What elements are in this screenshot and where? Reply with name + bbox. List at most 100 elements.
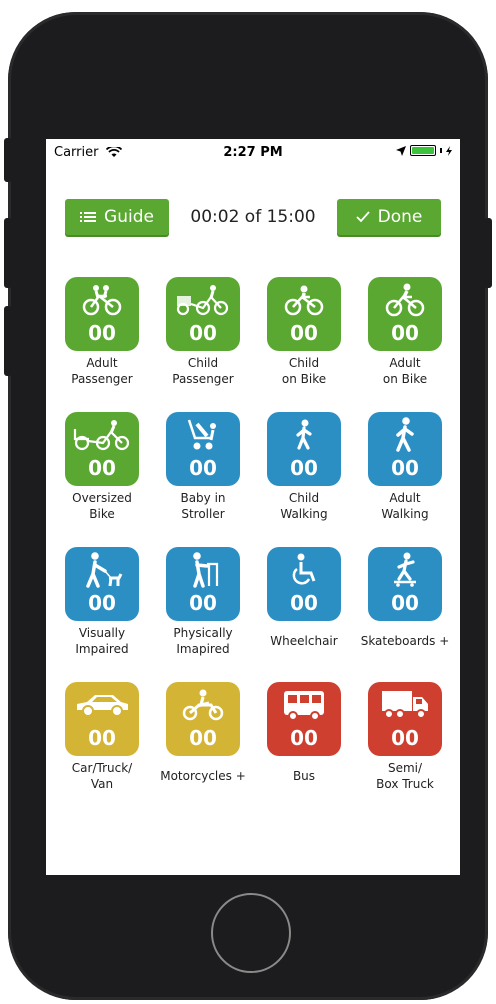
counter-value: 00 [189,726,217,750]
counter-value: 00 [391,321,419,345]
volume-down-button [4,306,12,376]
counter-button[interactable]: 00 [368,277,442,351]
counter-tile[interactable]: 00 Oversized Bike [50,412,154,542]
stroller-icon [166,418,240,452]
truck-icon [368,688,442,722]
counter-label: Wheelchair [270,634,338,648]
counter-label: Car/Truck/ Van [71,761,133,791]
walker-icon [166,552,240,588]
counter-tile[interactable]: 00 Bus [252,682,356,812]
mute-switch [4,138,12,182]
counter-button[interactable]: 00 [267,412,341,486]
counter-button[interactable]: 00 [65,412,139,486]
toolbar: Guide 00:02 of 15:00 Done [46,199,460,239]
counter-button[interactable]: 00 [166,547,240,621]
counter-label: Semi/ Box Truck [376,761,434,791]
bike-trailer-icon [166,283,240,317]
counter-label: Child Passenger [172,356,234,386]
counter-tile[interactable]: 00 Physically Imapired [151,547,255,677]
status-bar: Carrier 2:27 PM [46,139,460,167]
cargo-bike-icon [65,418,139,452]
counter-value: 00 [391,726,419,750]
counter-value: 00 [290,726,318,750]
counter-tile[interactable]: 00 Adult on Bike [353,277,457,407]
counter-value: 00 [88,321,116,345]
counter-tile[interactable]: 00 Motorcycles + [151,682,255,812]
counter-button[interactable]: 00 [267,682,341,756]
counter-button[interactable]: 00 [65,277,139,351]
counter-tile[interactable]: 00 Visually Impaired [50,547,154,677]
adult-walking-icon [368,417,442,452]
done-label: Done [377,207,423,227]
counter-tile[interactable]: 00 Adult Walking [353,412,457,542]
child-walking-icon [267,418,341,452]
battery-icon [410,145,436,156]
counter-tile[interactable]: 00 Wheelchair [252,547,356,677]
counter-button[interactable]: 00 [65,682,139,756]
counter-tile[interactable]: 00 Semi/ Box Truck [353,682,457,812]
counter-value: 00 [290,591,318,615]
guide-dog-icon [65,552,139,588]
counter-tile[interactable]: 00 Child Walking [252,412,356,542]
counter-label: Oversized Bike [72,491,132,521]
counter-button[interactable]: 00 [65,547,139,621]
counter-tile[interactable]: 00 Car/Truck/ Van [50,682,154,812]
wheelchair-icon [267,553,341,587]
skateboard-icon [368,552,442,587]
counter-button[interactable]: 00 [166,277,240,351]
counter-value: 00 [391,591,419,615]
bus-icon [267,688,341,722]
volume-up-button [4,218,12,288]
tandem-bike-icon [65,283,139,317]
home-button[interactable] [211,893,291,973]
list-icon [80,212,97,222]
counter-value: 00 [290,456,318,480]
counter-label: Child Walking [280,491,328,521]
counter-button[interactable]: 00 [267,547,341,621]
counter-tile[interactable]: 00 Child Passenger [151,277,255,407]
counter-label: Baby in Stroller [180,491,226,521]
counter-value: 00 [88,726,116,750]
checkmark-icon [355,211,370,223]
counter-value: 00 [88,591,116,615]
guide-button[interactable]: Guide [65,199,169,235]
child-bike-icon [267,283,341,317]
counter-label: Adult on Bike [382,356,428,386]
guide-label: Guide [104,207,154,227]
done-button[interactable]: Done [337,199,441,235]
power-button [484,218,492,288]
adult-bike-icon [368,283,442,317]
screen: Carrier 2:27 PM Guide 00:02 of 15:00 Don… [46,139,460,875]
session-timer: 00:02 of 15:00 [190,207,316,227]
counter-label: Motorcycles + [160,769,246,783]
counter-value: 00 [88,456,116,480]
charging-bolt-icon [446,145,452,156]
counter-value: 00 [189,591,217,615]
counter-button[interactable]: 00 [368,682,442,756]
motorcycle-icon [166,688,240,722]
counter-button[interactable]: 00 [368,547,442,621]
counter-label: Adult Passenger [71,356,133,386]
counter-tile[interactable]: 00 Baby in Stroller [151,412,255,542]
counter-value: 00 [189,456,217,480]
counter-button[interactable]: 00 [166,682,240,756]
counter-button[interactable]: 00 [166,412,240,486]
counter-value: 00 [290,321,318,345]
car-icon [65,688,139,722]
counter-label: Visually Impaired [75,626,129,656]
counter-value: 00 [391,456,419,480]
counter-label: Bus [292,769,316,783]
status-right [396,145,452,156]
counter-tile[interactable]: 00 Adult Passenger [50,277,154,407]
counter-button[interactable]: 00 [368,412,442,486]
counter-label: Adult Walking [381,491,429,521]
location-arrow-icon [396,145,406,156]
counter-label: Skateboards + [360,634,450,648]
battery-tip [440,148,442,153]
counter-value: 00 [189,321,217,345]
counter-tile[interactable]: 00 Skateboards + [353,547,457,677]
counter-label: Child on Bike [281,356,327,386]
counter-tile[interactable]: 00 Child on Bike [252,277,356,407]
counter-button[interactable]: 00 [267,277,341,351]
counter-label: Physically Imapired [173,626,233,656]
